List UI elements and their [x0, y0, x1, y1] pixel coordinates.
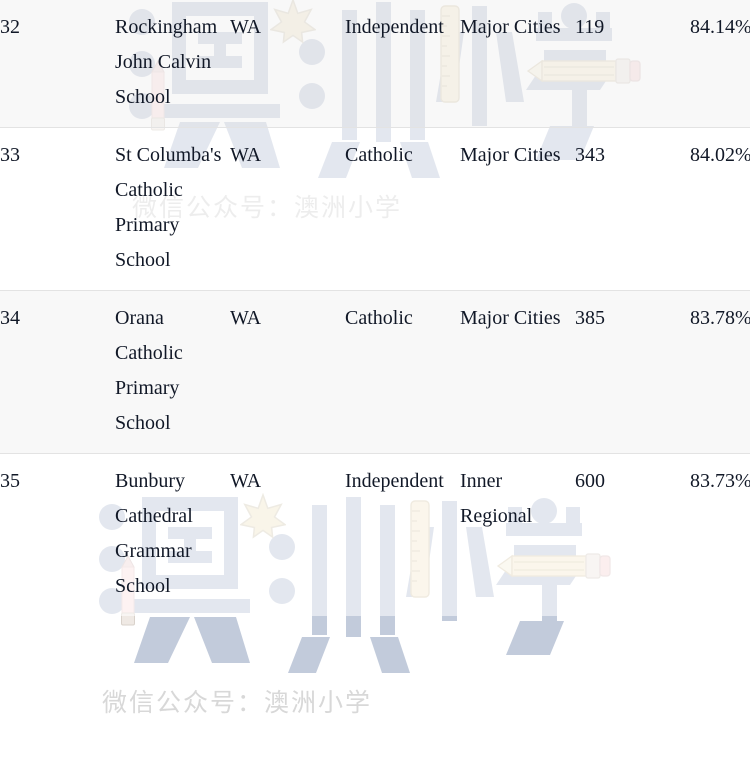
table-body: 32 Rockingham John Calvin School WA Inde…	[0, 0, 750, 616]
cell-percentage: 83.78%	[690, 290, 750, 454]
cell-rank: 32	[0, 16, 20, 38]
cell-state: WA	[230, 16, 262, 38]
cell-percentage: 83.73%	[690, 453, 750, 616]
cell-rank: 35	[0, 453, 115, 616]
cell-school: Rockingham John Calvin School	[115, 16, 218, 108]
cell-school: Orana Catholic Primary School	[115, 290, 230, 454]
cell-geolocation: Inner Regional	[460, 453, 575, 616]
cell-school: St Columba's Catholic Primary School	[115, 127, 230, 291]
cell-sector: Catholic	[345, 290, 460, 454]
school-ranking-table: 32 Rockingham John Calvin School WA Inde…	[0, 0, 750, 616]
cell-geolocation: Major Cities	[460, 127, 575, 291]
cell-students: 600	[575, 453, 690, 616]
cell-sector: Catholic	[345, 127, 460, 291]
cell-percentage: 84.14%	[690, 16, 750, 38]
table-row[interactable]: 32 Rockingham John Calvin School WA Inde…	[0, 0, 750, 128]
cell-sector: Independent	[345, 16, 444, 38]
table-row[interactable]: 34 Orana Catholic Primary School WA Cath…	[0, 290, 750, 454]
cell-geolocation: Major Cities	[460, 16, 561, 38]
watermark-cutoff-text: 澳洲小学	[320, 756, 430, 778]
screenshot-page: 微信公众号：澳洲小学 微信公众号：澳洲小学 32 Rockingham John…	[0, 0, 750, 778]
cell-rank: 34	[0, 290, 115, 454]
cell-percentage: 84.02%	[690, 127, 750, 291]
cell-students: 385	[575, 290, 690, 454]
cell-geolocation: Major Cities	[460, 290, 575, 454]
cell-students: 343	[575, 127, 690, 291]
table-row[interactable]: 35 Bunbury Cathedral Grammar School WA I…	[0, 453, 750, 616]
table-row[interactable]: 33 St Columba's Catholic Primary School …	[0, 127, 750, 291]
cell-state: WA	[230, 127, 345, 291]
cell-state: WA	[230, 290, 345, 454]
cell-sector: Independent	[345, 453, 460, 616]
watermark-caption: 微信公众号：澳洲小学	[102, 688, 373, 717]
cell-state: WA	[230, 453, 345, 616]
cell-school: Bunbury Cathedral Grammar School	[115, 453, 230, 616]
cell-students: 119	[575, 16, 605, 38]
cell-rank: 33	[0, 127, 115, 291]
bottom-watermark-strip: 澳洲小学	[0, 756, 750, 778]
